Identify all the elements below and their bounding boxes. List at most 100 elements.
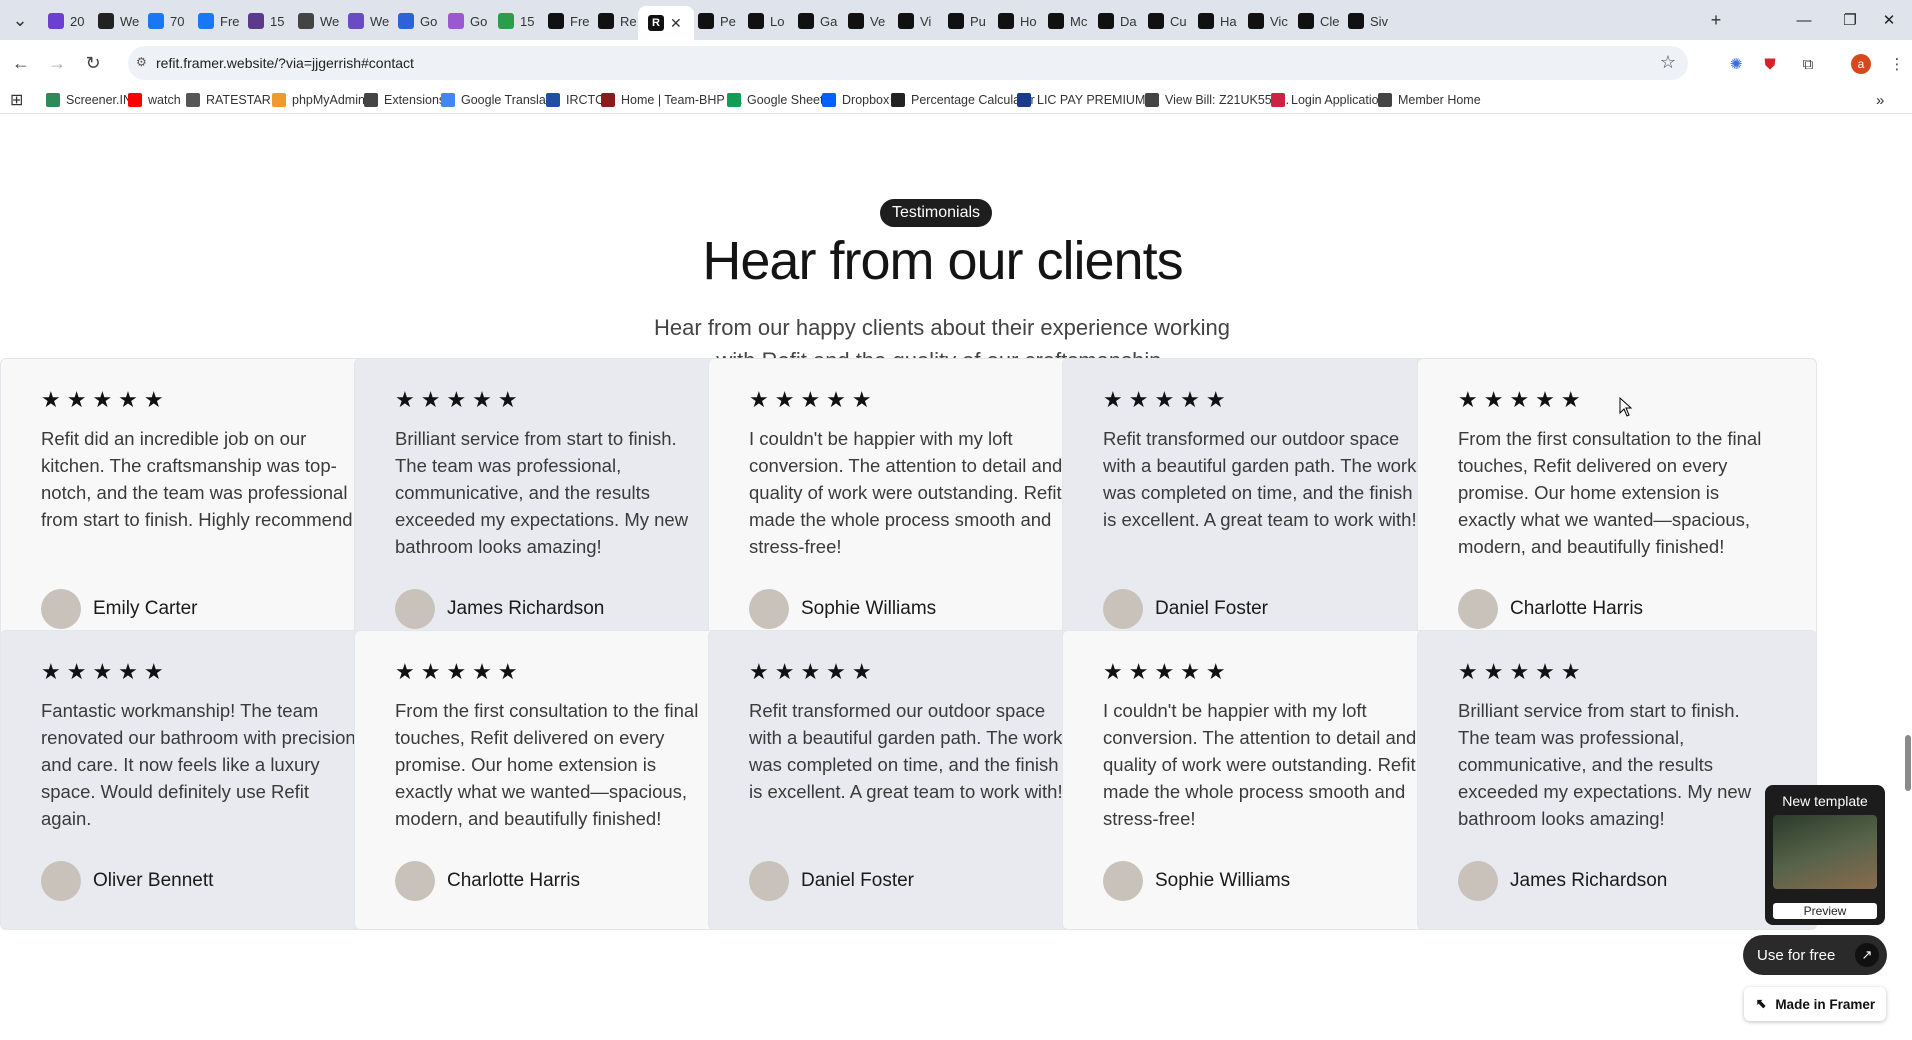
browser-tab[interactable]: Da [1088, 6, 1137, 36]
browser-tab[interactable]: 70 [138, 6, 184, 36]
browser-tab[interactable]: 15 [488, 6, 534, 36]
browser-tab[interactable]: Ho [988, 6, 1037, 36]
forward-arrow-icon[interactable]: → [42, 48, 72, 78]
tab-label: 15 [270, 13, 285, 29]
tab-favicon-icon [348, 13, 364, 29]
profile-avatar[interactable]: a [1849, 52, 1873, 76]
browser-tab[interactable]: Re [588, 6, 637, 36]
close-window-icon[interactable]: ✕ [1866, 6, 1912, 34]
apps-grid-icon[interactable]: ⊞ [10, 90, 23, 110]
tab-close-icon[interactable]: ✕ [670, 15, 682, 32]
minimize-icon[interactable]: — [1781, 6, 1827, 34]
extensions-puzzle-icon[interactable]: ⧉ [1796, 52, 1820, 76]
bookmark-item[interactable]: phpMyAdmin [272, 90, 365, 110]
browser-tab[interactable]: Cle [1288, 6, 1340, 36]
testimonial-quote: Fantastic workmanship! The team renovate… [41, 700, 356, 829]
bookmark-item[interactable]: Login Application [1271, 90, 1386, 110]
browser-tab[interactable]: 20 [38, 6, 84, 36]
browser-tab[interactable]: We [288, 6, 339, 36]
five-star-rating-icon: ★★★★★ [41, 387, 170, 412]
address-bar[interactable]: ⚙ refit.framer.website/?via=jjgerrish#co… [128, 46, 1688, 80]
back-arrow-icon[interactable]: ← [6, 48, 36, 78]
active-browser-tab[interactable]: R ✕ [638, 6, 694, 40]
tab-favicon-icon [448, 13, 464, 29]
new-tab-plus-icon[interactable]: + [1704, 8, 1728, 32]
browser-tab[interactable]: Go [388, 6, 437, 36]
page-scrollbar-thumb[interactable] [1905, 735, 1911, 791]
browser-tab[interactable]: Fre [188, 6, 240, 36]
browser-tab[interactable]: Mc [1038, 6, 1087, 36]
tab-favicon-icon [1148, 13, 1164, 29]
extension-shield-icon[interactable]: ✺ [1724, 52, 1748, 76]
testimonial-card: ★★★★★ I couldn't be happier with my loft … [708, 358, 1108, 658]
section-title: Hear from our clients [702, 231, 1183, 291]
browser-tab[interactable]: Ga [788, 6, 837, 36]
bookmark-item[interactable]: Google Sheets [727, 90, 830, 110]
bookmark-item[interactable]: View Bill: Z21UK552... [1145, 90, 1289, 110]
bookmark-item[interactable]: Member Home [1378, 90, 1481, 110]
web-page: Testimonials Hear from our clients Hear … [0, 115, 1912, 1040]
browser-menu-icon[interactable]: ⋮ [1885, 52, 1909, 76]
browser-tab[interactable]: Lo [738, 6, 784, 36]
browser-tab[interactable]: Go [438, 6, 487, 36]
browser-tab[interactable]: Vic [1238, 6, 1288, 36]
avatar [749, 589, 789, 629]
tab-label: 70 [170, 13, 185, 29]
browser-tab[interactable]: Ve [838, 6, 885, 36]
tab-favicon-icon [798, 13, 814, 29]
bookmark-favicon-icon [891, 93, 905, 107]
bookmark-item[interactable]: watch [128, 90, 181, 110]
bookmark-item[interactable]: Dropbox [822, 90, 889, 110]
bookmark-item[interactable]: Extensions [364, 90, 445, 110]
browser-tab[interactable]: We [88, 6, 139, 36]
browser-tab[interactable]: 15 [238, 6, 284, 36]
browser-tab[interactable]: Vi [888, 6, 931, 36]
tab-search-chevron-icon[interactable]: ⌄ [8, 8, 32, 32]
testimonial-quote: Refit transformed our outdoor space with… [1103, 428, 1417, 530]
tab-favicon-icon [248, 13, 264, 29]
bookmarks-overflow-icon[interactable]: » [1876, 90, 1884, 110]
author-name: Sophie Williams [1155, 870, 1291, 891]
bookmark-favicon-icon [46, 93, 60, 107]
testimonial-author: Charlotte Harris [1458, 589, 1643, 629]
tab-label: Da [1120, 13, 1137, 29]
bookmark-item[interactable]: IRCTC [546, 90, 604, 110]
avatar [1103, 861, 1143, 901]
reload-icon[interactable]: ↻ [78, 48, 108, 78]
new-template-widget[interactable]: New template Preview [1765, 785, 1885, 925]
use-for-free-button[interactable]: Use for free ↗ [1743, 935, 1887, 975]
avatar [1458, 589, 1498, 629]
bookmark-favicon-icon [441, 93, 455, 107]
bookmark-item[interactable]: Google Translate [441, 90, 556, 110]
browser-tab[interactable]: Cu [1138, 6, 1187, 36]
bookmark-label: Extensions [384, 93, 446, 107]
testimonial-card: ★★★★★ From the first consultation to the … [1417, 358, 1817, 658]
tab-favicon-icon [998, 13, 1014, 29]
browser-tab[interactable]: Ha [1188, 6, 1237, 36]
preview-button[interactable]: Preview [1773, 903, 1877, 919]
browser-tab[interactable]: Siv [1338, 6, 1388, 36]
tab-favicon-icon [398, 13, 414, 29]
bookmark-star-icon[interactable]: ☆ [1660, 52, 1676, 73]
bookmark-item[interactable]: Percentage Calculator [891, 90, 1035, 110]
bookmarks-bar: ⊞ Screener.IN watch RATESTAR.IN phpMyAdmin E… [0, 86, 1912, 114]
browser-tab[interactable]: Pe [688, 6, 736, 36]
bookmark-item[interactable]: Home | Team-BHP -... [601, 90, 743, 110]
bookmark-label: watch [148, 93, 181, 107]
testimonial-quote: Brilliant service from start to finish. … [395, 428, 689, 557]
made-in-framer-badge[interactable]: ⬉ Made in Framer [1744, 987, 1886, 1021]
browser-tab[interactable]: We [338, 6, 389, 36]
tab-label: Pu [970, 13, 986, 29]
browser-tab[interactable]: Fre [538, 6, 590, 36]
tab-label: Cle [1320, 13, 1340, 29]
testimonial-author: James Richardson [1458, 861, 1667, 901]
brave-shield-icon[interactable]: ⛊ [1758, 52, 1782, 76]
site-info-icon[interactable]: ⚙ [136, 55, 152, 71]
bookmark-item[interactable]: LIC PAY PREMIUM... [1017, 90, 1156, 110]
testimonial-card: ★★★★★ Brilliant service from start to fin… [1417, 630, 1817, 930]
bookmark-item[interactable]: Screener.IN [46, 90, 132, 110]
new-template-title: New template [1782, 793, 1868, 809]
testimonial-card: ★★★★★ Refit transformed our outdoor space… [708, 630, 1108, 930]
bookmark-favicon-icon [364, 93, 378, 107]
browser-tab[interactable]: Pu [938, 6, 986, 36]
